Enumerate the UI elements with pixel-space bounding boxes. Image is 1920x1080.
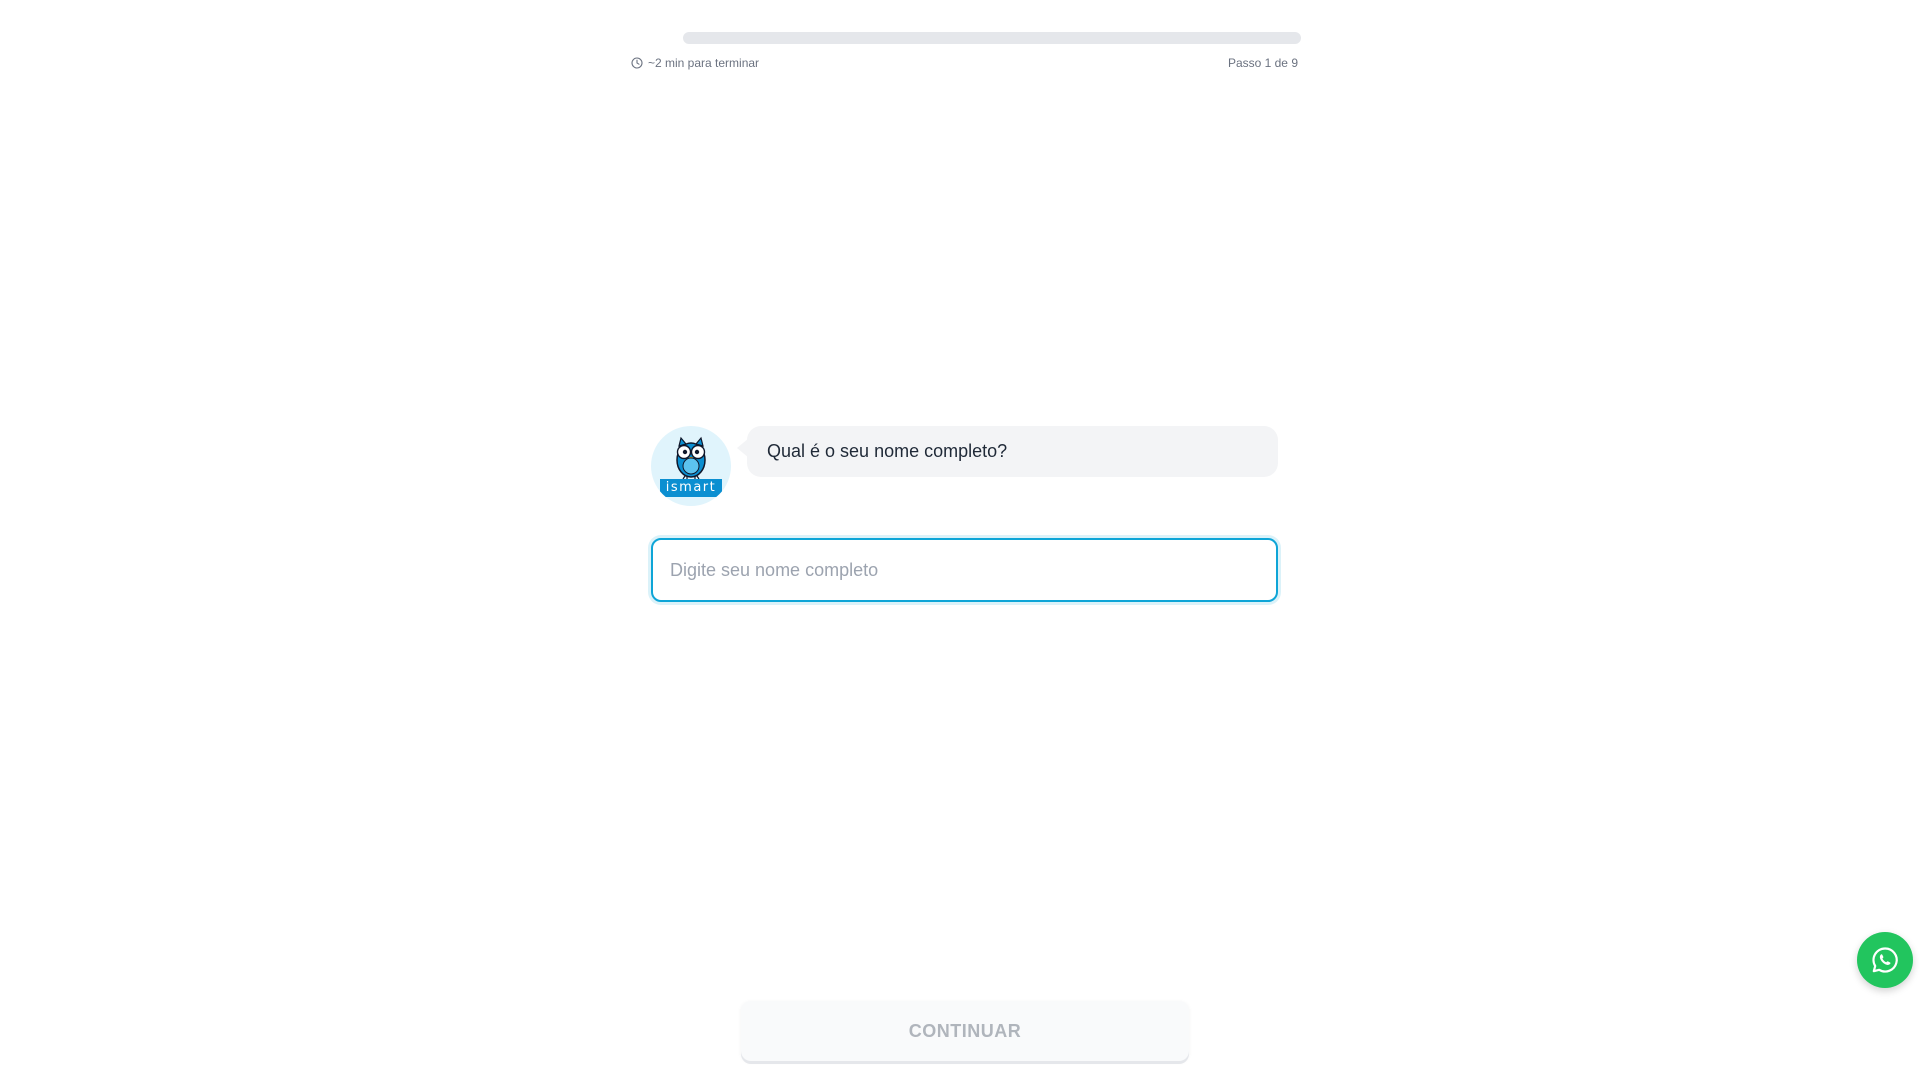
- progress-meta: ~2 min para terminar Passo 1 de 9: [631, 56, 1298, 70]
- step-counter: Passo 1 de 9: [1227, 56, 1298, 70]
- question-text: Qual é o seu nome completo?: [767, 441, 1008, 461]
- time-estimate-label: ~2 min para terminar: [648, 56, 760, 70]
- progress-bar: [683, 32, 1301, 44]
- avatar: ismart: [651, 426, 731, 506]
- whatsapp-button[interactable]: [1857, 932, 1913, 988]
- onboarding-page: ~2 min para terminar Passo 1 de 9 ismart…: [0, 0, 1920, 1080]
- chat-row: ismart Qual é o seu nome completo?: [651, 426, 1278, 506]
- continue-button-label: CONTINUAR: [908, 1020, 1022, 1041]
- avatar-logo-text: ismart: [665, 480, 717, 495]
- chat-bubble: Qual é o seu nome completo?: [747, 426, 1278, 477]
- clock-icon: [631, 57, 643, 69]
- full-name-input[interactable]: [651, 538, 1278, 602]
- whatsapp-icon: [1872, 947, 1898, 973]
- time-estimate: ~2 min para terminar: [631, 56, 759, 70]
- continue-button[interactable]: CONTINUAR: [741, 1001, 1189, 1061]
